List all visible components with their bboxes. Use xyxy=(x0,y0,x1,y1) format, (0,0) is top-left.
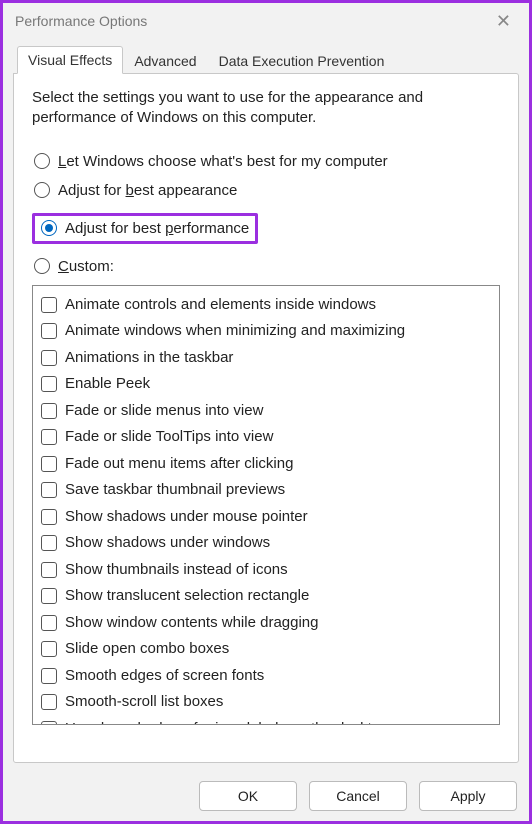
option-label: Fade or slide ToolTips into view xyxy=(65,426,273,449)
checkbox-icon[interactable] xyxy=(41,535,57,551)
intro-text: Select the settings you want to use for … xyxy=(32,88,500,129)
radio-icon xyxy=(34,153,50,169)
checkbox-icon[interactable] xyxy=(41,403,57,419)
cancel-button[interactable]: Cancel xyxy=(309,781,407,811)
close-icon[interactable]: ✕ xyxy=(490,11,517,32)
option-label: Animations in the taskbar xyxy=(65,347,233,370)
dialog-body: Visual Effects Advanced Data Execution P… xyxy=(3,39,529,763)
option-label: Slide open combo boxes xyxy=(65,638,229,661)
checkbox-icon[interactable] xyxy=(41,668,57,684)
tab-strip: Visual Effects Advanced Data Execution P… xyxy=(17,45,519,73)
radio-icon xyxy=(41,220,57,236)
option-label: Fade or slide menus into view xyxy=(65,400,263,423)
tab-dep[interactable]: Data Execution Prevention xyxy=(208,47,396,74)
ok-button[interactable]: OK xyxy=(199,781,297,811)
option-label: Animate windows when minimizing and maxi… xyxy=(65,320,405,343)
checkbox-icon[interactable] xyxy=(41,482,57,498)
option-label: Use drop shadows for icon labels on the … xyxy=(65,718,389,725)
list-item[interactable]: Show shadows under windows xyxy=(39,530,493,557)
list-item[interactable]: Enable Peek xyxy=(39,371,493,398)
option-label: Show translucent selection rectangle xyxy=(65,585,309,608)
list-item[interactable]: Fade out menu items after clicking xyxy=(39,451,493,478)
list-item[interactable]: Show translucent selection rectangle xyxy=(39,583,493,610)
checkbox-icon[interactable] xyxy=(41,509,57,525)
list-item[interactable]: Show window contents while dragging xyxy=(39,610,493,637)
radio-custom[interactable]: Custom: xyxy=(32,256,500,277)
option-label: Fade out menu items after clicking xyxy=(65,453,293,476)
list-item[interactable]: Animate windows when minimizing and maxi… xyxy=(39,318,493,345)
list-item[interactable]: Show thumbnails instead of icons xyxy=(39,557,493,584)
list-item[interactable]: Smooth-scroll list boxes xyxy=(39,689,493,716)
list-item[interactable]: Fade or slide menus into view xyxy=(39,398,493,425)
checkbox-icon[interactable] xyxy=(41,694,57,710)
checkbox-icon[interactable] xyxy=(41,641,57,657)
list-item[interactable]: Show shadows under mouse pointer xyxy=(39,504,493,531)
radio-label: Adjust for best appearance xyxy=(58,182,237,199)
list-item[interactable]: Animations in the taskbar xyxy=(39,345,493,372)
checkbox-icon[interactable] xyxy=(41,588,57,604)
window-title: Performance Options xyxy=(15,13,147,29)
checkbox-icon[interactable] xyxy=(41,615,57,631)
option-label: Show shadows under mouse pointer xyxy=(65,506,308,529)
checkbox-icon[interactable] xyxy=(41,350,57,366)
checkbox-icon[interactable] xyxy=(41,456,57,472)
checkbox-icon[interactable] xyxy=(41,429,57,445)
list-item[interactable]: Animate controls and elements inside win… xyxy=(39,292,493,319)
performance-options-window: Performance Options ✕ Visual Effects Adv… xyxy=(0,0,532,824)
checkbox-icon[interactable] xyxy=(41,323,57,339)
checkbox-icon[interactable] xyxy=(41,376,57,392)
option-label: Enable Peek xyxy=(65,373,150,396)
radio-best-appearance[interactable]: Adjust for best appearance xyxy=(32,180,500,201)
tab-panel-visual-effects: Select the settings you want to use for … xyxy=(13,73,519,763)
radio-icon xyxy=(34,258,50,274)
radio-label: Adjust for best performance xyxy=(65,220,249,237)
option-label: Smooth-scroll list boxes xyxy=(65,691,223,714)
radio-best-performance[interactable]: Adjust for best performance xyxy=(39,218,251,239)
option-label: Smooth edges of screen fonts xyxy=(65,665,264,688)
titlebar: Performance Options ✕ xyxy=(3,3,529,39)
dialog-buttons: OK Cancel Apply xyxy=(199,781,517,811)
option-label: Show shadows under windows xyxy=(65,532,270,555)
tab-advanced[interactable]: Advanced xyxy=(123,47,207,74)
radio-label: Custom: xyxy=(58,258,114,275)
radio-let-windows-choose[interactable]: Let Windows choose what's best for my co… xyxy=(32,151,500,172)
list-item[interactable]: Smooth edges of screen fonts xyxy=(39,663,493,690)
list-item[interactable]: Fade or slide ToolTips into view xyxy=(39,424,493,451)
visual-effects-options-list[interactable]: Animate controls and elements inside win… xyxy=(32,285,500,725)
radio-label: Let Windows choose what's best for my co… xyxy=(58,153,388,170)
radio-icon xyxy=(34,182,50,198)
checkbox-icon[interactable] xyxy=(41,562,57,578)
option-label: Show thumbnails instead of icons xyxy=(65,559,288,582)
apply-button[interactable]: Apply xyxy=(419,781,517,811)
list-item[interactable]: Use drop shadows for icon labels on the … xyxy=(39,716,493,725)
radio-best-performance-highlight: Adjust for best performance xyxy=(32,213,258,244)
option-label: Show window contents while dragging xyxy=(65,612,318,635)
list-item[interactable]: Slide open combo boxes xyxy=(39,636,493,663)
option-label: Animate controls and elements inside win… xyxy=(65,294,376,317)
option-label: Save taskbar thumbnail previews xyxy=(65,479,285,502)
tab-visual-effects[interactable]: Visual Effects xyxy=(17,46,123,74)
checkbox-icon[interactable] xyxy=(41,721,57,725)
list-item[interactable]: Save taskbar thumbnail previews xyxy=(39,477,493,504)
checkbox-icon[interactable] xyxy=(41,297,57,313)
